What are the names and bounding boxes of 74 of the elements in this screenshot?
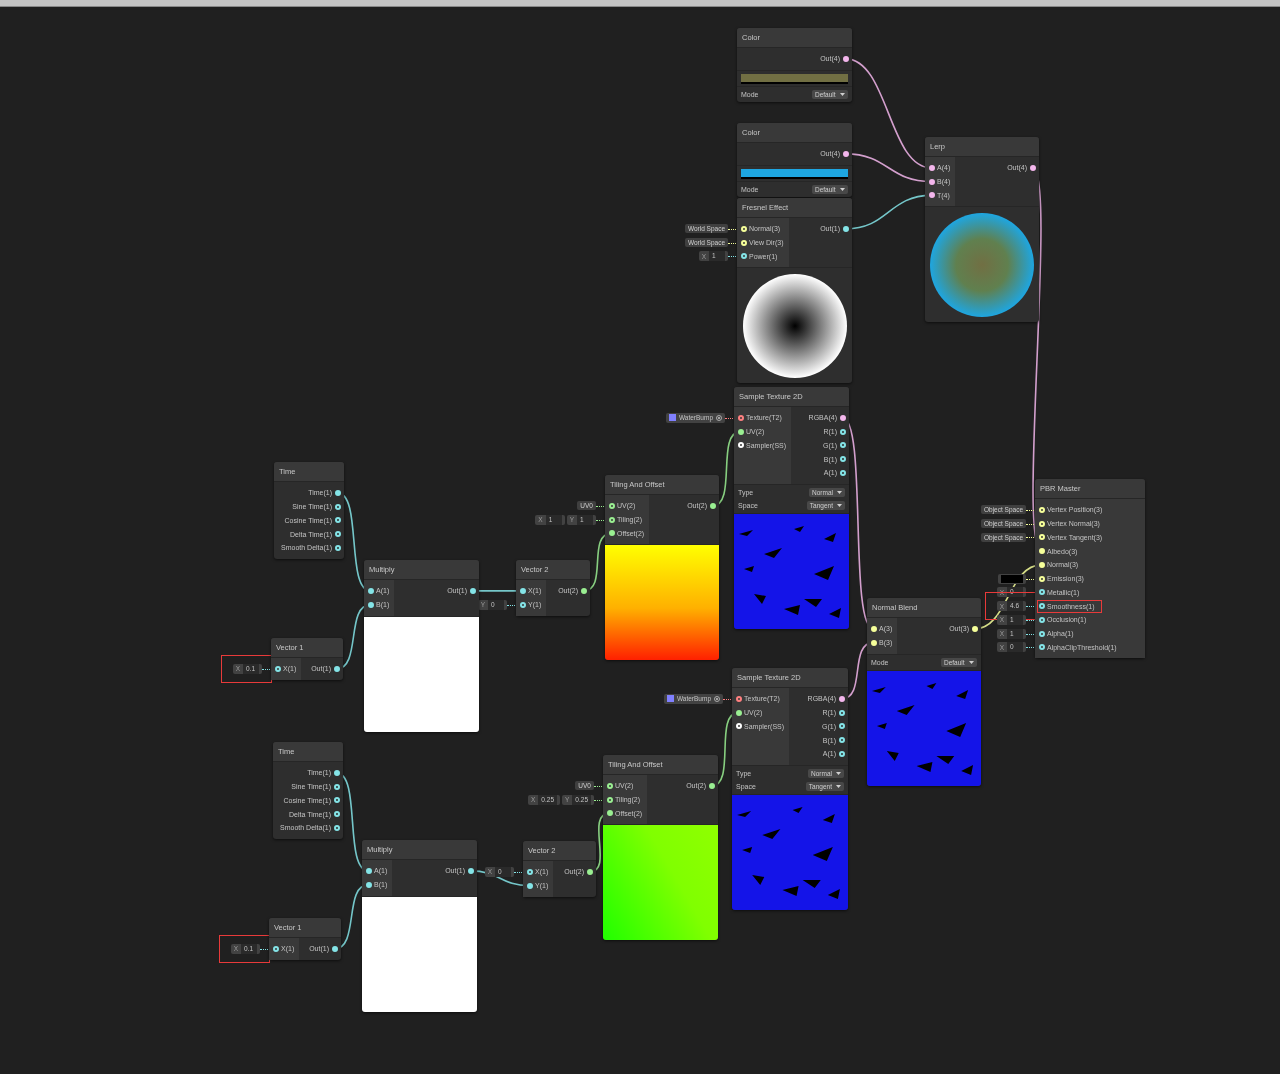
output-port[interactable] [333, 797, 340, 804]
texture-icon [666, 695, 674, 703]
caret-icon [840, 92, 845, 96]
output-port[interactable] [839, 469, 846, 476]
input-port[interactable] [606, 796, 613, 803]
input-port[interactable] [608, 516, 615, 523]
input-port[interactable] [737, 414, 744, 421]
input-port[interactable] [367, 587, 374, 594]
input-port[interactable] [526, 882, 533, 889]
input-port[interactable] [606, 782, 613, 789]
output-port[interactable] [333, 769, 340, 776]
output-port[interactable] [708, 782, 715, 789]
caret-icon [969, 660, 974, 664]
output-port[interactable] [331, 945, 338, 952]
input-port[interactable] [740, 253, 747, 260]
output-port[interactable] [838, 737, 845, 744]
output-port[interactable] [842, 55, 849, 62]
output-port[interactable] [333, 824, 340, 831]
output-port[interactable] [842, 150, 849, 157]
output-port[interactable] [839, 442, 846, 449]
output-port[interactable] [334, 531, 341, 538]
input-port[interactable] [367, 601, 374, 608]
input-port[interactable] [519, 601, 526, 608]
output-port[interactable] [467, 867, 474, 874]
output-port[interactable] [709, 502, 716, 509]
output-port[interactable] [469, 587, 476, 594]
texture-icon [668, 414, 676, 422]
input-port[interactable] [1038, 589, 1045, 596]
output-port[interactable] [839, 428, 846, 435]
input-port[interactable] [737, 428, 744, 435]
output-port[interactable] [333, 783, 340, 790]
caret-icon [836, 784, 841, 788]
color-swatch[interactable] [741, 73, 848, 84]
input-port[interactable] [1038, 616, 1045, 623]
output-port[interactable] [839, 456, 846, 463]
caret-icon [837, 490, 842, 494]
output-port[interactable] [586, 868, 593, 875]
output-port[interactable] [334, 544, 341, 551]
output-port[interactable] [1029, 164, 1036, 171]
output-port[interactable] [334, 517, 341, 524]
input-port[interactable] [608, 530, 615, 537]
output-port[interactable] [838, 750, 845, 757]
output-port[interactable] [333, 811, 340, 818]
color-swatch[interactable] [741, 168, 848, 179]
input-port[interactable] [928, 178, 935, 185]
input-port[interactable] [735, 709, 742, 716]
input-port[interactable] [1038, 644, 1045, 651]
input-port[interactable] [274, 665, 281, 672]
output-port[interactable] [838, 695, 845, 702]
output-port[interactable] [842, 225, 849, 232]
input-port[interactable] [272, 945, 279, 952]
caret-icon [836, 771, 841, 775]
input-port[interactable] [1038, 630, 1045, 637]
input-port[interactable] [365, 881, 372, 888]
caret-icon [840, 187, 845, 191]
input-port[interactable] [735, 695, 742, 702]
output-port[interactable] [333, 665, 340, 672]
input-port[interactable] [1038, 603, 1045, 610]
input-port[interactable] [519, 587, 526, 594]
output-port[interactable] [580, 587, 587, 594]
output-port[interactable] [838, 723, 845, 730]
output-port[interactable] [838, 709, 845, 716]
input-port[interactable] [608, 502, 615, 509]
output-port[interactable] [839, 414, 846, 421]
input-port[interactable] [365, 867, 372, 874]
input-port[interactable] [606, 810, 613, 817]
target-icon [716, 414, 722, 421]
output-port[interactable] [334, 489, 341, 496]
target-icon [714, 695, 720, 702]
caret-icon [837, 503, 842, 507]
output-port[interactable] [334, 503, 341, 510]
input-port[interactable] [526, 868, 533, 875]
input-port[interactable] [928, 192, 935, 199]
input-port[interactable] [928, 164, 935, 171]
